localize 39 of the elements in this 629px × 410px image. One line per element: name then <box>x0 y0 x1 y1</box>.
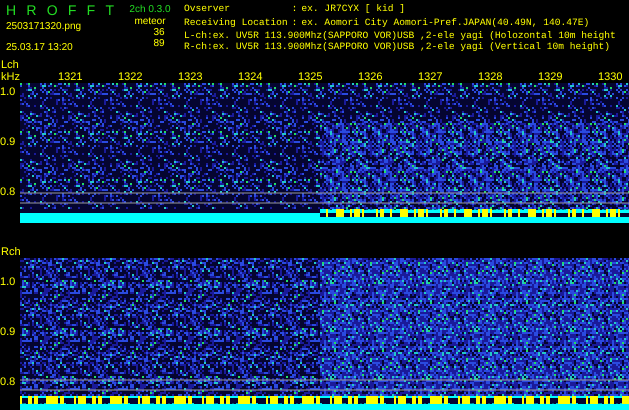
frequency-tick-label: 1.0 <box>0 276 16 288</box>
frequency-tick-label: 0.9 <box>0 326 16 338</box>
info-value: ex. JR7CYX [ kid ] <box>301 2 406 16</box>
title-letter: T <box>105 2 114 18</box>
datetime: 25.03.17 13:20 <box>6 42 74 53</box>
info-line: R-ch:ex. UV5R 113.900Mhz(SAPPORO VOR)USB ,2-ele yagi (Vertical 10m height) <box>184 41 612 52</box>
title-letter: R <box>26 2 36 18</box>
time-tick-label: 1324 <box>238 71 264 84</box>
info-value: ex. Aomori City Aomori-Pref.JAPAN(40.49N, 140.47E) <box>301 16 590 30</box>
frequency-tick-label: 0.8 <box>0 186 16 198</box>
time-tick-label: 1330 <box>598 71 624 84</box>
info-label: Ovserver <box>184 2 232 16</box>
title-letter: F <box>68 2 76 18</box>
time-tick-label: 1321 <box>58 71 84 84</box>
time-tick-label: 1325 <box>298 71 324 84</box>
frequency-tick-label: 0.8 <box>0 376 16 388</box>
meteor-label: meteor <box>134 16 166 27</box>
title-letter: F <box>86 2 96 18</box>
unit-label: kHz <box>0 71 20 84</box>
info-label: Receiving Location <box>184 16 288 30</box>
version-label: 2ch 0.3.0 <box>129 4 171 15</box>
time-tick-label: 1326 <box>358 71 384 84</box>
time-tick-label: 1322 <box>118 71 144 84</box>
filename: 2503171320.png <box>6 21 82 32</box>
time-tick-label: 1327 <box>418 71 444 84</box>
info-separator: : <box>292 2 298 16</box>
frequency-tick-label: 1.0 <box>0 86 16 98</box>
title-letter: O <box>46 2 58 18</box>
channel-label: Lch <box>0 59 19 72</box>
info-line: L-ch:ex. UV5R 113.900Mhz(SAPPORO VOR)USB ,2-ele yagi (Holozontal 10m height <box>184 30 616 41</box>
time-tick-label: 1323 <box>178 71 204 84</box>
frequency-tick-label: 0.9 <box>0 136 16 148</box>
channel-label: Rch <box>0 246 21 258</box>
meteor-count: 89 <box>153 38 165 49</box>
meteor-count: 36 <box>153 27 165 38</box>
time-tick-label: 1329 <box>538 71 564 84</box>
time-tick-label: 1328 <box>478 71 504 84</box>
title-letter: H <box>6 2 16 18</box>
info-separator: : <box>292 16 298 30</box>
